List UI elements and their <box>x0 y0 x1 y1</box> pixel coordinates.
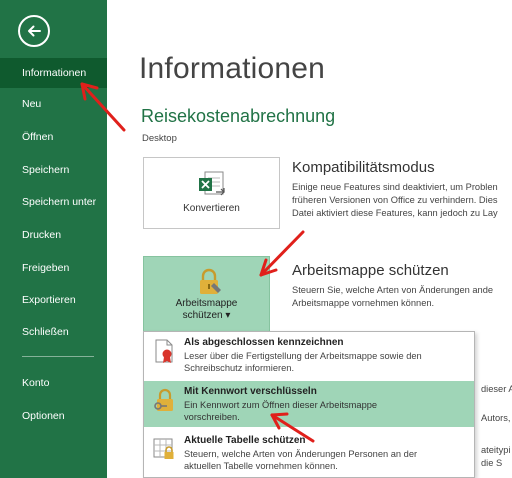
menu-item-desc: Leser über die Fertigstellung der Arbeit… <box>184 351 422 373</box>
convert-button[interactable]: Konvertieren <box>143 157 280 229</box>
info-fragment: Autors, <box>481 413 511 423</box>
nav-optionen[interactable]: Optionen <box>0 401 107 431</box>
menu-item-title: Als abgeschlossen kennzeichnen <box>184 337 344 348</box>
document-location: Desktop <box>142 133 177 144</box>
nav-drucken[interactable]: Drucken <box>0 220 107 250</box>
nav-speichern[interactable]: Speichern <box>0 155 107 185</box>
protect-desc-line2: Arbeitsmappe vornehmen können. <box>292 298 435 308</box>
lock-icon <box>200 268 221 294</box>
compat-title: Kompatibilitätsmodus <box>292 159 435 176</box>
nav-oeffnen[interactable]: Öffnen <box>0 122 107 152</box>
back-arrow-icon <box>28 25 41 37</box>
nav-informationen[interactable]: Informationen <box>0 58 107 88</box>
back-button[interactable] <box>18 15 50 47</box>
compat-desc-line3: Datei aktiviert diese Features, kann jed… <box>292 208 498 218</box>
protect-sheet-icon <box>153 438 174 459</box>
protect-workbook-button[interactable]: Arbeitsmappe schützen ▾ <box>143 256 270 332</box>
encrypt-lock-icon <box>154 388 173 411</box>
nav-speichern-unter[interactable]: Speichern unter <box>0 187 107 217</box>
convert-button-label: Konvertieren <box>183 203 240 214</box>
protect-workbook-menu: Als abgeschlossen kennzeichnen Leser übe… <box>143 331 475 478</box>
nav-divider <box>22 356 94 357</box>
menu-item-desc: Steuern, welche Arten von Änderungen Per… <box>184 449 418 471</box>
protect-desc-line1: Steuern Sie, welche Arten von Änderungen… <box>292 285 494 295</box>
compat-desc-line1: Einige neue Features sind deaktiviert, u… <box>292 182 498 192</box>
excel-convert-icon <box>199 171 225 196</box>
nav-exportieren[interactable]: Exportieren <box>0 285 107 315</box>
info-fragment: dieser Arb <box>481 384 512 394</box>
nav-neu[interactable]: Neu <box>0 89 107 119</box>
mark-final-icon <box>155 339 173 363</box>
backstage-sidebar: Informationen Neu Öffnen Speichern Speic… <box>0 0 107 478</box>
protect-workbook-button-label: Arbeitsmappe schützen ▾ <box>175 298 238 321</box>
compat-desc-line2: früheren Versionen von Office zu verhind… <box>292 195 498 205</box>
nav-konto[interactable]: Konto <box>0 368 107 398</box>
menu-item-encrypt-with-password[interactable]: Mit Kennwort verschlüsseln Ein Kennwort … <box>144 381 474 427</box>
menu-item-mark-as-final[interactable]: Als abgeschlossen kennzeichnen Leser übe… <box>144 332 474 378</box>
document-title: Reisekostenabrechnung <box>141 106 336 126</box>
info-fragment: die S <box>481 458 503 468</box>
menu-item-title: Aktuelle Tabelle schützen <box>184 435 306 446</box>
nav-schliessen[interactable]: Schließen <box>0 317 107 347</box>
menu-item-desc: Ein Kennwort zum Öffnen dieser Arbeitsma… <box>184 400 378 422</box>
menu-item-title: Mit Kennwort verschlüsseln <box>184 386 317 397</box>
protect-title: Arbeitsmappe schützen <box>292 262 449 279</box>
menu-item-protect-current-sheet[interactable]: Aktuelle Tabelle schützen Steuern, welch… <box>144 430 474 476</box>
page-title: Informationen <box>139 52 326 85</box>
info-fragment: ateitypi <box>481 445 511 455</box>
nav-freigeben[interactable]: Freigeben <box>0 253 107 283</box>
